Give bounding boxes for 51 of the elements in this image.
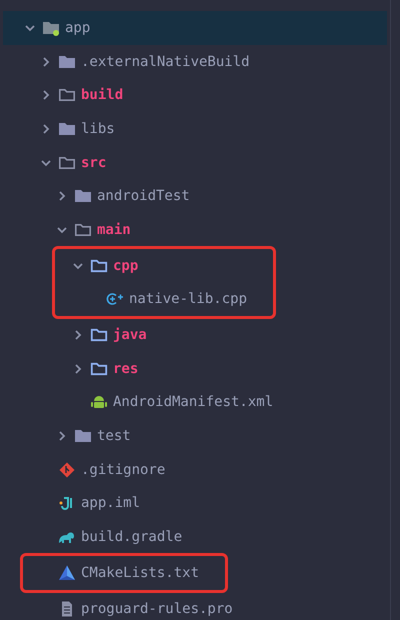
folder-icon bbox=[58, 87, 76, 104]
tree-row[interactable]: .gitignore bbox=[3, 452, 387, 487]
tree-item-label: build.gradle bbox=[81, 529, 182, 546]
tree-item-label: native-lib.cpp bbox=[129, 291, 248, 308]
tree-item-label: build bbox=[81, 87, 124, 104]
tree-row[interactable]: native-lib.cpp bbox=[55, 282, 274, 316]
folder-icon bbox=[90, 258, 108, 274]
tree-row[interactable]: test bbox=[3, 419, 387, 453]
tree-row[interactable]: app bbox=[3, 11, 387, 45]
tree-row[interactable]: AndroidManifest.xml bbox=[3, 386, 387, 420]
folder-icon bbox=[74, 428, 92, 444]
tree-row[interactable]: androidTest bbox=[3, 179, 387, 214]
tree-row[interactable]: cpp bbox=[55, 248, 274, 282]
tree-item-label: src bbox=[81, 154, 106, 171]
tree-item-label: .externalNativeBuild bbox=[81, 54, 250, 70]
tree-item-label: app.iml bbox=[81, 495, 140, 512]
folder-icon bbox=[58, 120, 76, 137]
tree-row[interactable]: main bbox=[3, 213, 387, 247]
folder-icon bbox=[90, 327, 108, 344]
tree-item-label: proguard-rules.pro bbox=[81, 600, 233, 617]
tree-item-label: cpp bbox=[113, 258, 138, 274]
git-icon bbox=[58, 462, 76, 478]
tree-row[interactable]: libs bbox=[3, 112, 387, 146]
folder-icon bbox=[58, 54, 76, 70]
tree-row[interactable]: build.gradle bbox=[3, 520, 387, 554]
tree-item-label: res bbox=[113, 360, 138, 377]
tree-row[interactable]: proguard-rules.pro bbox=[3, 592, 387, 620]
folder-icon bbox=[74, 222, 92, 238]
triangle-icon bbox=[58, 564, 76, 581]
tree-row[interactable]: java bbox=[3, 318, 387, 352]
tree-item-label: CMakeLists.txt bbox=[81, 564, 200, 581]
folder-icon bbox=[74, 188, 92, 204]
tree-item-label: androidTest bbox=[97, 188, 190, 204]
tree-row[interactable]: .externalNativeBuild bbox=[3, 44, 387, 78]
tree-item-label: main bbox=[97, 222, 131, 238]
tree-row[interactable]: res bbox=[3, 352, 387, 386]
tree-item-label: AndroidManifest.xml bbox=[113, 394, 274, 410]
tree-row[interactable]: app.iml bbox=[3, 486, 387, 520]
tree-row[interactable]: build bbox=[3, 78, 387, 112]
tree-item-label: test bbox=[97, 428, 131, 444]
tree-row[interactable]: src bbox=[3, 146, 387, 180]
folder-icon bbox=[58, 154, 76, 171]
tree-item-label: .gitignore bbox=[81, 462, 166, 478]
folder-icon bbox=[90, 360, 108, 377]
tree-item-label: app bbox=[65, 20, 90, 36]
tree-item-label: java bbox=[113, 327, 147, 344]
tree-row[interactable]: CMakeLists.txt bbox=[23, 556, 226, 590]
cpp-file-icon bbox=[106, 291, 124, 308]
tree-item-label: libs bbox=[81, 120, 115, 137]
module-folder-icon bbox=[42, 20, 60, 36]
android-icon bbox=[90, 394, 108, 410]
